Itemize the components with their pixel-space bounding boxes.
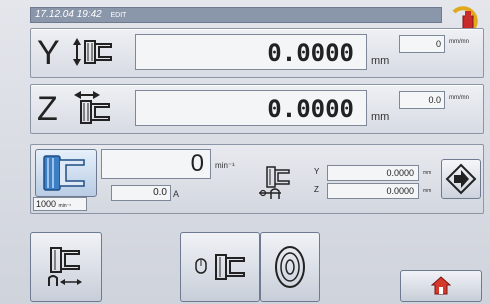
mode-label: EDIT (110, 12, 127, 19)
axis-letter: Y (37, 34, 60, 72)
cnc-screen: 17.12.04 19:42 EDIT Y 0.0000 mm 0 mm/mn … (0, 0, 490, 304)
next-button[interactable] (441, 159, 481, 199)
rel-y-label: Y (314, 167, 320, 176)
y-axis-row: Y 0.0000 mm 0 mm/mn (30, 28, 484, 78)
rel-z-value: 0.0000 (327, 183, 419, 199)
softkey-grinding-wheel[interactable] (260, 232, 320, 302)
z-position-value: 0.0000 (135, 90, 367, 126)
status-text: 17.12.04 19:42 EDIT (35, 8, 126, 23)
speed-setting-unit: min⁻¹ (58, 203, 71, 209)
home-button[interactable] (400, 270, 482, 302)
z-axis-direction-icon (74, 91, 110, 124)
z-axis-row: Z 0.0000 mm 0.0 mm/mn (30, 84, 484, 134)
rel-z-label: Z (314, 185, 319, 194)
relative-position-icon (259, 166, 290, 199)
spindle-rpm-value: 0 (101, 149, 211, 179)
spindle-load-unit: A (173, 189, 180, 199)
spindle-rpm-unit: min⁻¹ (215, 161, 235, 170)
spindle-button[interactable] (35, 149, 97, 197)
speed-setting[interactable]: 1000 min⁻¹ (33, 197, 87, 211)
rel-y-value: 0.0000 (327, 165, 419, 181)
y-feed-unit: mm/mn (449, 39, 469, 45)
arrow-right-icon (445, 163, 477, 195)
status-bar: 17.12.04 19:42 EDIT (30, 7, 442, 23)
z-feed-value: 0.0 (399, 91, 445, 109)
speed-setting-value: 1000 (36, 199, 57, 209)
rel-y-unit: mm (423, 170, 432, 176)
spindle-load-value: 0.0 (111, 185, 171, 201)
y-axis-direction-icon (73, 38, 112, 66)
y-position-unit: mm (371, 55, 390, 67)
rel-z-unit: mm (423, 188, 432, 194)
y-position-value: 0.0000 (135, 34, 367, 70)
z-feed-unit: mm/mn (449, 95, 469, 101)
grinding-wheel-icon (275, 246, 305, 288)
tool-retract-icon (48, 247, 82, 286)
datetime: 17.12.04 19:42 (35, 9, 102, 20)
home-icon (431, 276, 451, 295)
y-feed-value: 0 (399, 35, 445, 53)
spindle-panel: 1000 min⁻¹ 0 min⁻¹ 0.0 A Y 0.0000 mm Z 0… (30, 144, 484, 214)
softkey-tool-clamp[interactable] (180, 232, 260, 302)
axis-letter: Z (37, 90, 58, 128)
spindle-icon (43, 155, 85, 191)
z-position-unit: mm (371, 111, 390, 123)
tool-clamp-icon (195, 254, 245, 280)
softkey-tool-retract[interactable] (30, 232, 102, 302)
